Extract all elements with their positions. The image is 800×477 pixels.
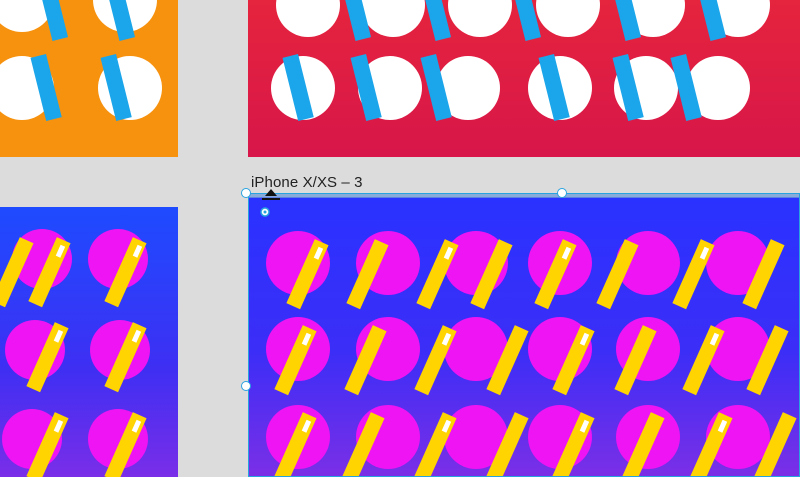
artboard-red[interactable] <box>248 0 800 157</box>
artboard-blue-left-pattern <box>0 229 150 477</box>
resize-handle-icon[interactable] <box>241 188 251 198</box>
resize-handle-icon[interactable] <box>557 188 567 198</box>
rotate-handle-icon[interactable] <box>260 188 282 218</box>
resize-handle-icon[interactable] <box>241 381 251 391</box>
artboard-orange-pattern <box>0 0 162 121</box>
artboard-blue-main-pattern <box>266 231 797 477</box>
artboard-red-pattern <box>271 0 770 121</box>
artboard-orange[interactable] <box>0 0 178 157</box>
selection-top-bar <box>248 193 800 198</box>
artboard-blue-left[interactable] <box>0 207 178 477</box>
artboard-iphone-x-xs-3[interactable] <box>248 197 800 477</box>
